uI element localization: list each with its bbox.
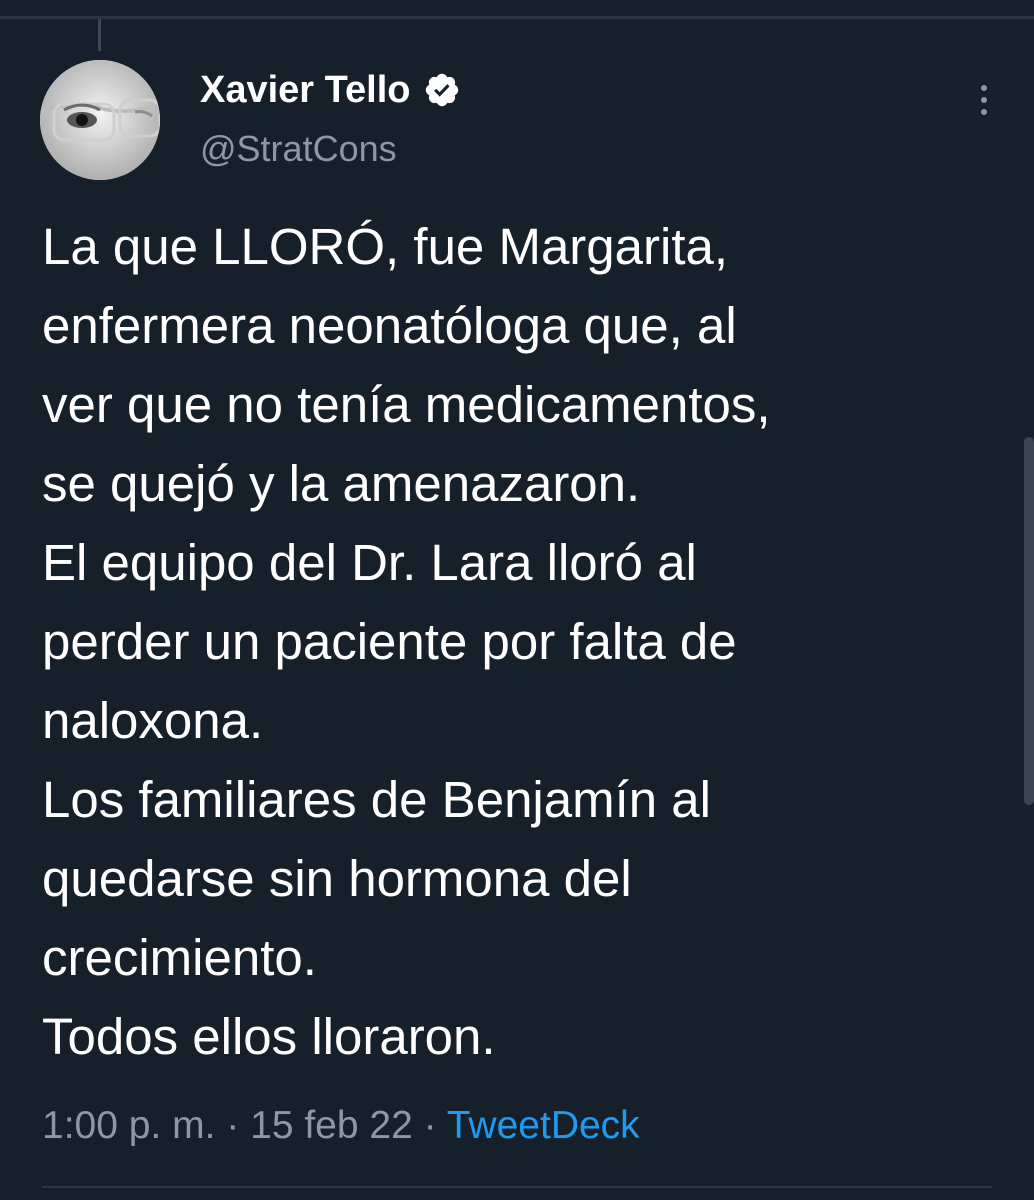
tweet-text-line: se quejó y la amenazaron. bbox=[42, 455, 641, 512]
tweet-text: La que LLORÓ, fue Margarita, enfermera n… bbox=[42, 207, 1002, 1076]
more-dot bbox=[981, 109, 987, 115]
tweet-source-link[interactable]: TweetDeck bbox=[447, 1104, 640, 1147]
tweet-text-line: El equipo del Dr. Lara lloró al bbox=[42, 534, 697, 591]
tweet-text-line: ver que no tenía medicamentos, bbox=[42, 376, 771, 433]
tweet-text-line: crecimiento. bbox=[42, 929, 317, 986]
avatar[interactable] bbox=[40, 60, 160, 180]
tweet-text-line: naloxona. bbox=[42, 692, 264, 749]
tweet-text-line: quedarse sin hormona del bbox=[42, 850, 632, 907]
meta-separator: · bbox=[423, 1104, 437, 1147]
author-display-name[interactable]: Xavier Tello bbox=[200, 69, 411, 112]
thread-connector-line bbox=[98, 19, 101, 51]
tweet-text-line: perder un paciente por falta de bbox=[42, 613, 737, 670]
author-handle[interactable]: @StratCons bbox=[200, 128, 397, 170]
author-name-row[interactable]: Xavier Tello bbox=[200, 66, 461, 114]
meta-separator: · bbox=[226, 1104, 240, 1147]
tweet-text-line: enfermera neonatóloga que, al bbox=[42, 297, 737, 354]
tweet-time[interactable]: 1:00 p. m. bbox=[42, 1104, 215, 1147]
tweet-text-line: Los familiares de Benjamín al bbox=[42, 771, 712, 828]
more-options-button[interactable] bbox=[966, 78, 1002, 122]
top-divider bbox=[0, 16, 1034, 19]
tweet-text-line: La que LLORÓ, fue Margarita, bbox=[42, 218, 729, 275]
tweet-metadata: 1:00 p. m. · 15 feb 22 · TweetDeck bbox=[42, 1104, 640, 1148]
tweet-text-line: Todos ellos lloraron. bbox=[42, 1008, 496, 1065]
tweet-date[interactable]: 15 feb 22 bbox=[250, 1104, 413, 1147]
scrollbar-thumb[interactable] bbox=[1024, 437, 1034, 805]
more-vertical-icon bbox=[981, 85, 987, 91]
verified-badge-icon bbox=[425, 73, 458, 107]
bottom-divider bbox=[42, 1186, 992, 1188]
avatar-photo-icon bbox=[40, 60, 160, 180]
more-dot bbox=[981, 97, 987, 103]
